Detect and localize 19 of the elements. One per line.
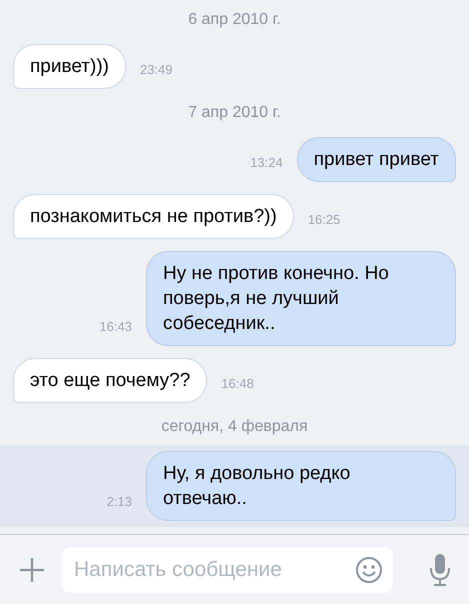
date-separator: сегодня, 4 февраля (161, 417, 308, 437)
microphone-icon[interactable] (429, 552, 451, 586)
message-input[interactable]: Написать сообщение (62, 546, 393, 592)
message-time: 16:43 (99, 318, 132, 336)
message-bubble: Ну, я довольно редко отвечаю.. (146, 451, 456, 521)
smiley-icon[interactable] (355, 556, 383, 584)
message-bubble: привет))) (13, 44, 126, 89)
date-separator: 7 апр 2010 г. (188, 103, 281, 123)
message-time: 23:49 (140, 60, 173, 78)
date-separator: 6 апр 2010 г. (188, 10, 281, 30)
message-bubble: Ну не против конечно. Но поверь,я не лучший собеседник.. (146, 251, 456, 346)
message-time: 16:48 (221, 374, 254, 392)
message-time: 16:25 (308, 210, 340, 228)
message-time: 13:24 (250, 154, 283, 172)
message-bubble: это еще почему?? (13, 358, 208, 403)
message-bubble: познакомиться не против?)) (13, 194, 294, 239)
message-time: 2:13 (106, 492, 132, 510)
add-icon[interactable] (18, 556, 46, 584)
message-bubble: привет привет (296, 137, 456, 182)
